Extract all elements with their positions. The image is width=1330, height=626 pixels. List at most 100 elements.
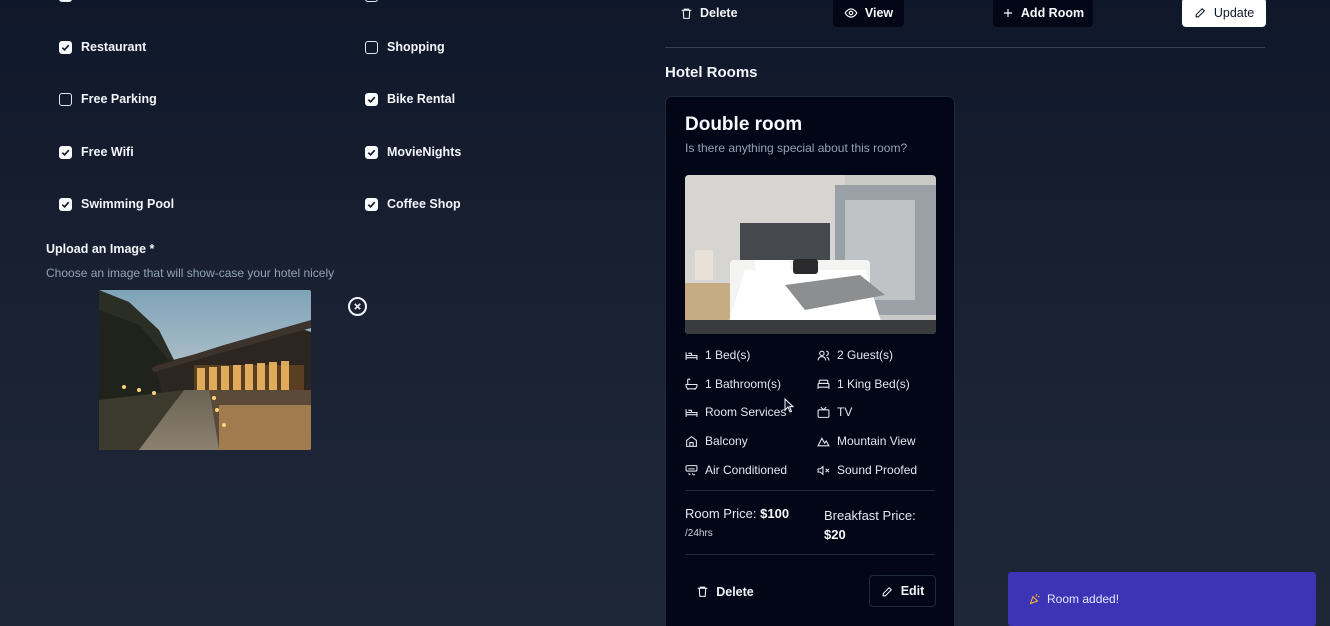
check-icon [61,201,70,208]
amenity-label: Swimming Pool [81,197,175,211]
feature-guests: 2 Guest(s) [817,348,893,362]
amenity-label: Free Wifi [81,145,134,159]
feature-mountain-view: Mountain View [817,434,916,448]
users-icon [817,350,830,360]
delete-label: Delete [700,6,738,20]
checkbox-partial[interactable] [59,0,72,2]
amenity-swimming-pool[interactable]: Swimming Pool [59,197,174,211]
view-label: View [864,5,894,20]
delete-room-button[interactable]: Delete [687,578,763,605]
amenity-label: Coffee Shop [387,197,461,211]
feature-label: Air Conditioned [705,463,788,477]
feature-label: 1 Bed(s) [705,348,751,362]
divider [685,490,935,491]
home-icon [686,435,697,447]
volume-x-icon [817,465,830,475]
amenity-label: MovieNights [387,145,462,159]
eye-icon [844,7,858,18]
check-icon [367,201,376,208]
feature-king-beds: 1 King Bed(s) [817,377,910,391]
toast-message: Room added! [1047,592,1120,606]
breakfast-price: Breakfast Price: $20 [824,506,934,544]
trash-icon [697,586,708,597]
add-room-button[interactable]: Add Room [993,0,1093,27]
bath-icon [685,378,698,390]
check-icon [367,149,376,156]
breakfast-price-value: $20 [824,527,846,542]
view-button[interactable]: View [833,0,904,27]
feature-beds: 1 Bed(s) [685,348,750,362]
air-vent-icon [685,464,698,475]
room-price-value: $100 [760,506,790,521]
add-room-label: Add Room [1020,5,1085,20]
feature-balcony: Balcony [685,434,748,448]
breakfast-price-label: Breakfast Price: [824,508,916,523]
checkbox-partial[interactable] [365,0,378,2]
update-button[interactable]: Update [1182,0,1266,27]
bed-icon [685,408,698,417]
amenity-label: Restaurant [81,40,147,54]
checkbox[interactable] [365,92,378,106]
plus-icon [1003,8,1012,17]
feature-label: 2 Guest(s) [837,348,894,362]
feature-sound-proofed: Sound Proofed [817,463,917,477]
feature-label: Mountain View [837,434,916,448]
delete-label: Delete [716,584,754,599]
hotel-rooms-title: Hotel Rooms [665,64,758,81]
amenity-movie-nights[interactable]: MovieNights [365,145,461,159]
check-icon [367,96,376,103]
close-icon [354,303,361,310]
room-title: Double room [685,114,803,135]
update-label: Update [1213,5,1255,20]
feature-bathrooms: 1 Bathroom(s) [685,377,781,391]
checkbox[interactable] [59,197,72,211]
amenity-restaurant[interactable]: Restaurant [59,40,146,54]
feature-label: TV [837,405,853,419]
amenity-label: Shopping [387,40,445,54]
party-popper-icon [1029,593,1040,605]
feature-room-services: Room Services [685,405,786,419]
room-description: Is there anything special about this roo… [685,141,908,155]
feature-label: Balcony [705,434,748,448]
upload-label: Upload an Image * [46,242,155,256]
pencil-icon [882,586,892,596]
amenity-bike-rental[interactable]: Bike Rental [365,92,455,106]
checkbox[interactable] [59,92,72,106]
room-price: Room Price: $100 [685,506,789,521]
bed-double-icon [817,379,830,389]
check-icon [61,44,70,51]
amenity-label: Free Parking [81,92,157,106]
delete-hotel-button[interactable]: Delete [676,0,742,26]
hotel-photo [99,290,311,450]
checkbox[interactable] [59,40,72,54]
amenity-label: Bike Rental [387,92,456,106]
room-photo [685,175,936,334]
trash-icon [681,8,692,19]
amenity-shopping[interactable]: Shopping [365,40,445,54]
feature-tv: TV [817,405,852,419]
edit-room-button[interactable]: Edit [869,575,936,607]
remove-image-button[interactable] [348,297,367,316]
feature-label: 1 Bathroom(s) [705,377,782,391]
edit-label: Edit [900,584,925,598]
hotel-image-preview [99,290,311,450]
feature-label: Sound Proofed [837,463,918,477]
upload-description: Choose an image that will show-case your… [46,266,335,280]
amenity-free-parking[interactable]: Free Parking [59,92,157,106]
feature-label: 1 King Bed(s) [837,377,910,391]
check-icon [61,149,70,156]
amenity-coffee-shop[interactable]: Coffee Shop [365,197,461,211]
room-price-unit: /24hrs [685,528,713,539]
divider [665,47,1265,48]
checkbox[interactable] [59,145,72,159]
mountain-icon [817,436,830,446]
checkbox[interactable] [365,197,378,211]
amenity-free-wifi[interactable]: Free Wifi [59,145,134,159]
feature-air-conditioned: Air Conditioned [685,463,787,477]
divider [685,554,935,555]
room-image [685,175,936,334]
checkbox[interactable] [365,40,378,54]
room-price-label: Room Price: [685,506,757,521]
checkbox[interactable] [365,145,378,159]
pencil-icon [1195,7,1205,18]
